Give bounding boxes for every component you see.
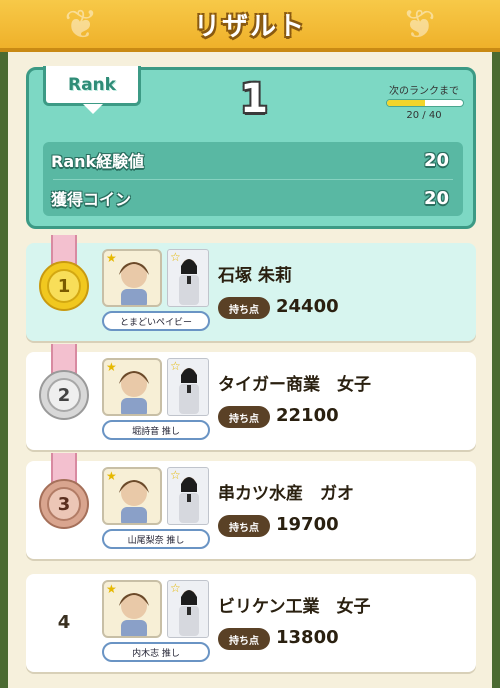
member-card[interactable]: ☆ (167, 249, 209, 307)
rank-tag: Rank (43, 66, 141, 116)
member-card[interactable]: ☆ (167, 580, 209, 638)
coin-value: 20 (423, 187, 449, 209)
rank-progress-fill (387, 100, 425, 106)
page-title: リザルト (193, 11, 306, 42)
reward-stats: Rank経験値 20 獲得コイン 20 (43, 142, 463, 216)
medal-icon: 3 (38, 453, 90, 541)
score-label: 持ち点 (218, 628, 270, 650)
score-label: 持ち点 (218, 406, 270, 428)
exp-value: 20 (423, 149, 449, 171)
player-name: ビリケン工業 女子 (218, 597, 371, 617)
member-card[interactable]: ☆ (167, 467, 209, 525)
player-team-pill: 山尾梨奈 推し (102, 529, 210, 549)
coin-row: 獲得コイン 20 (51, 184, 455, 212)
star-icon: ★ (106, 582, 117, 596)
coin-label: 獲得コイン (51, 190, 132, 209)
player-name: 石塚 朱莉 (218, 266, 292, 286)
score-label: 持ち点 (218, 515, 270, 537)
result-card-3: 3 ★ ☆ 山尾梨奈 推し 串カツ水産 ガオ 持ち点 19700 (26, 453, 476, 559)
result-card-2: 2 ★ ☆ 堀詩音 推し タイガー商業 女子 持ち点 22100 (26, 344, 476, 450)
stats-divider (53, 179, 453, 180)
medal-icon: 2 (38, 344, 90, 432)
player-avatar[interactable]: ★ (102, 580, 162, 638)
exp-label: Rank経験値 (51, 152, 145, 171)
medal-rank: 1 (47, 269, 81, 303)
player-avatar[interactable]: ★ (102, 467, 162, 525)
score-value: 22100 (276, 405, 339, 426)
player-avatar[interactable]: ★ (102, 249, 162, 307)
medal-rank: 2 (47, 378, 81, 412)
player-team-pill: とまどいペイビー (102, 311, 210, 331)
player-team-pill: 堀詩音 推し (102, 420, 210, 440)
score-label: 持ち点 (218, 297, 270, 319)
rank-progress-text: 20 / 40 (406, 110, 442, 121)
player-name: タイガー商業 女子 (218, 375, 371, 395)
result-card-4: 4 ★ ☆ 内木志 推し ビリケン工業 女子 持ち点 13800 (26, 574, 476, 672)
rank-value: 1 (240, 76, 268, 122)
star-icon: ★ (106, 360, 117, 374)
player-team-pill: 内木志 推し (102, 642, 210, 662)
score-value: 19700 (276, 514, 339, 535)
player-avatar[interactable]: ★ (102, 358, 162, 416)
star-icon: ★ (106, 469, 117, 483)
star-icon: ☆ (170, 250, 181, 264)
rank-progress-bar (386, 99, 464, 107)
medal-icon: 1 (38, 235, 90, 323)
peacock-ornament-icon: ❦ (402, 2, 436, 48)
rank-panel: Rank 1 次のランクまで 20 / 40 Rank経験値 20 獲得コイン … (26, 66, 476, 229)
star-icon: ☆ (170, 468, 181, 482)
star-icon: ★ (106, 251, 117, 265)
result-header: ❦ リザルト ❦ (0, 0, 500, 52)
exp-row: Rank経験値 20 (51, 146, 455, 174)
result-card-1: 1 ★ ☆ とまどいペイビー 石塚 朱莉 持ち点 24400 (26, 235, 476, 341)
star-icon: ☆ (170, 359, 181, 373)
player-name: 串カツ水産 ガオ (218, 484, 354, 504)
rank-tag-label: Rank (68, 74, 116, 95)
score-value: 13800 (276, 627, 339, 648)
medal-rank: 3 (47, 487, 81, 521)
member-card[interactable]: ☆ (167, 358, 209, 416)
next-rank-label: 次のランクまで (389, 86, 459, 97)
peacock-ornament-icon: ❦ (64, 2, 98, 48)
rank-number: 4 (57, 612, 71, 633)
star-icon: ☆ (170, 581, 181, 595)
score-value: 24400 (276, 296, 339, 317)
